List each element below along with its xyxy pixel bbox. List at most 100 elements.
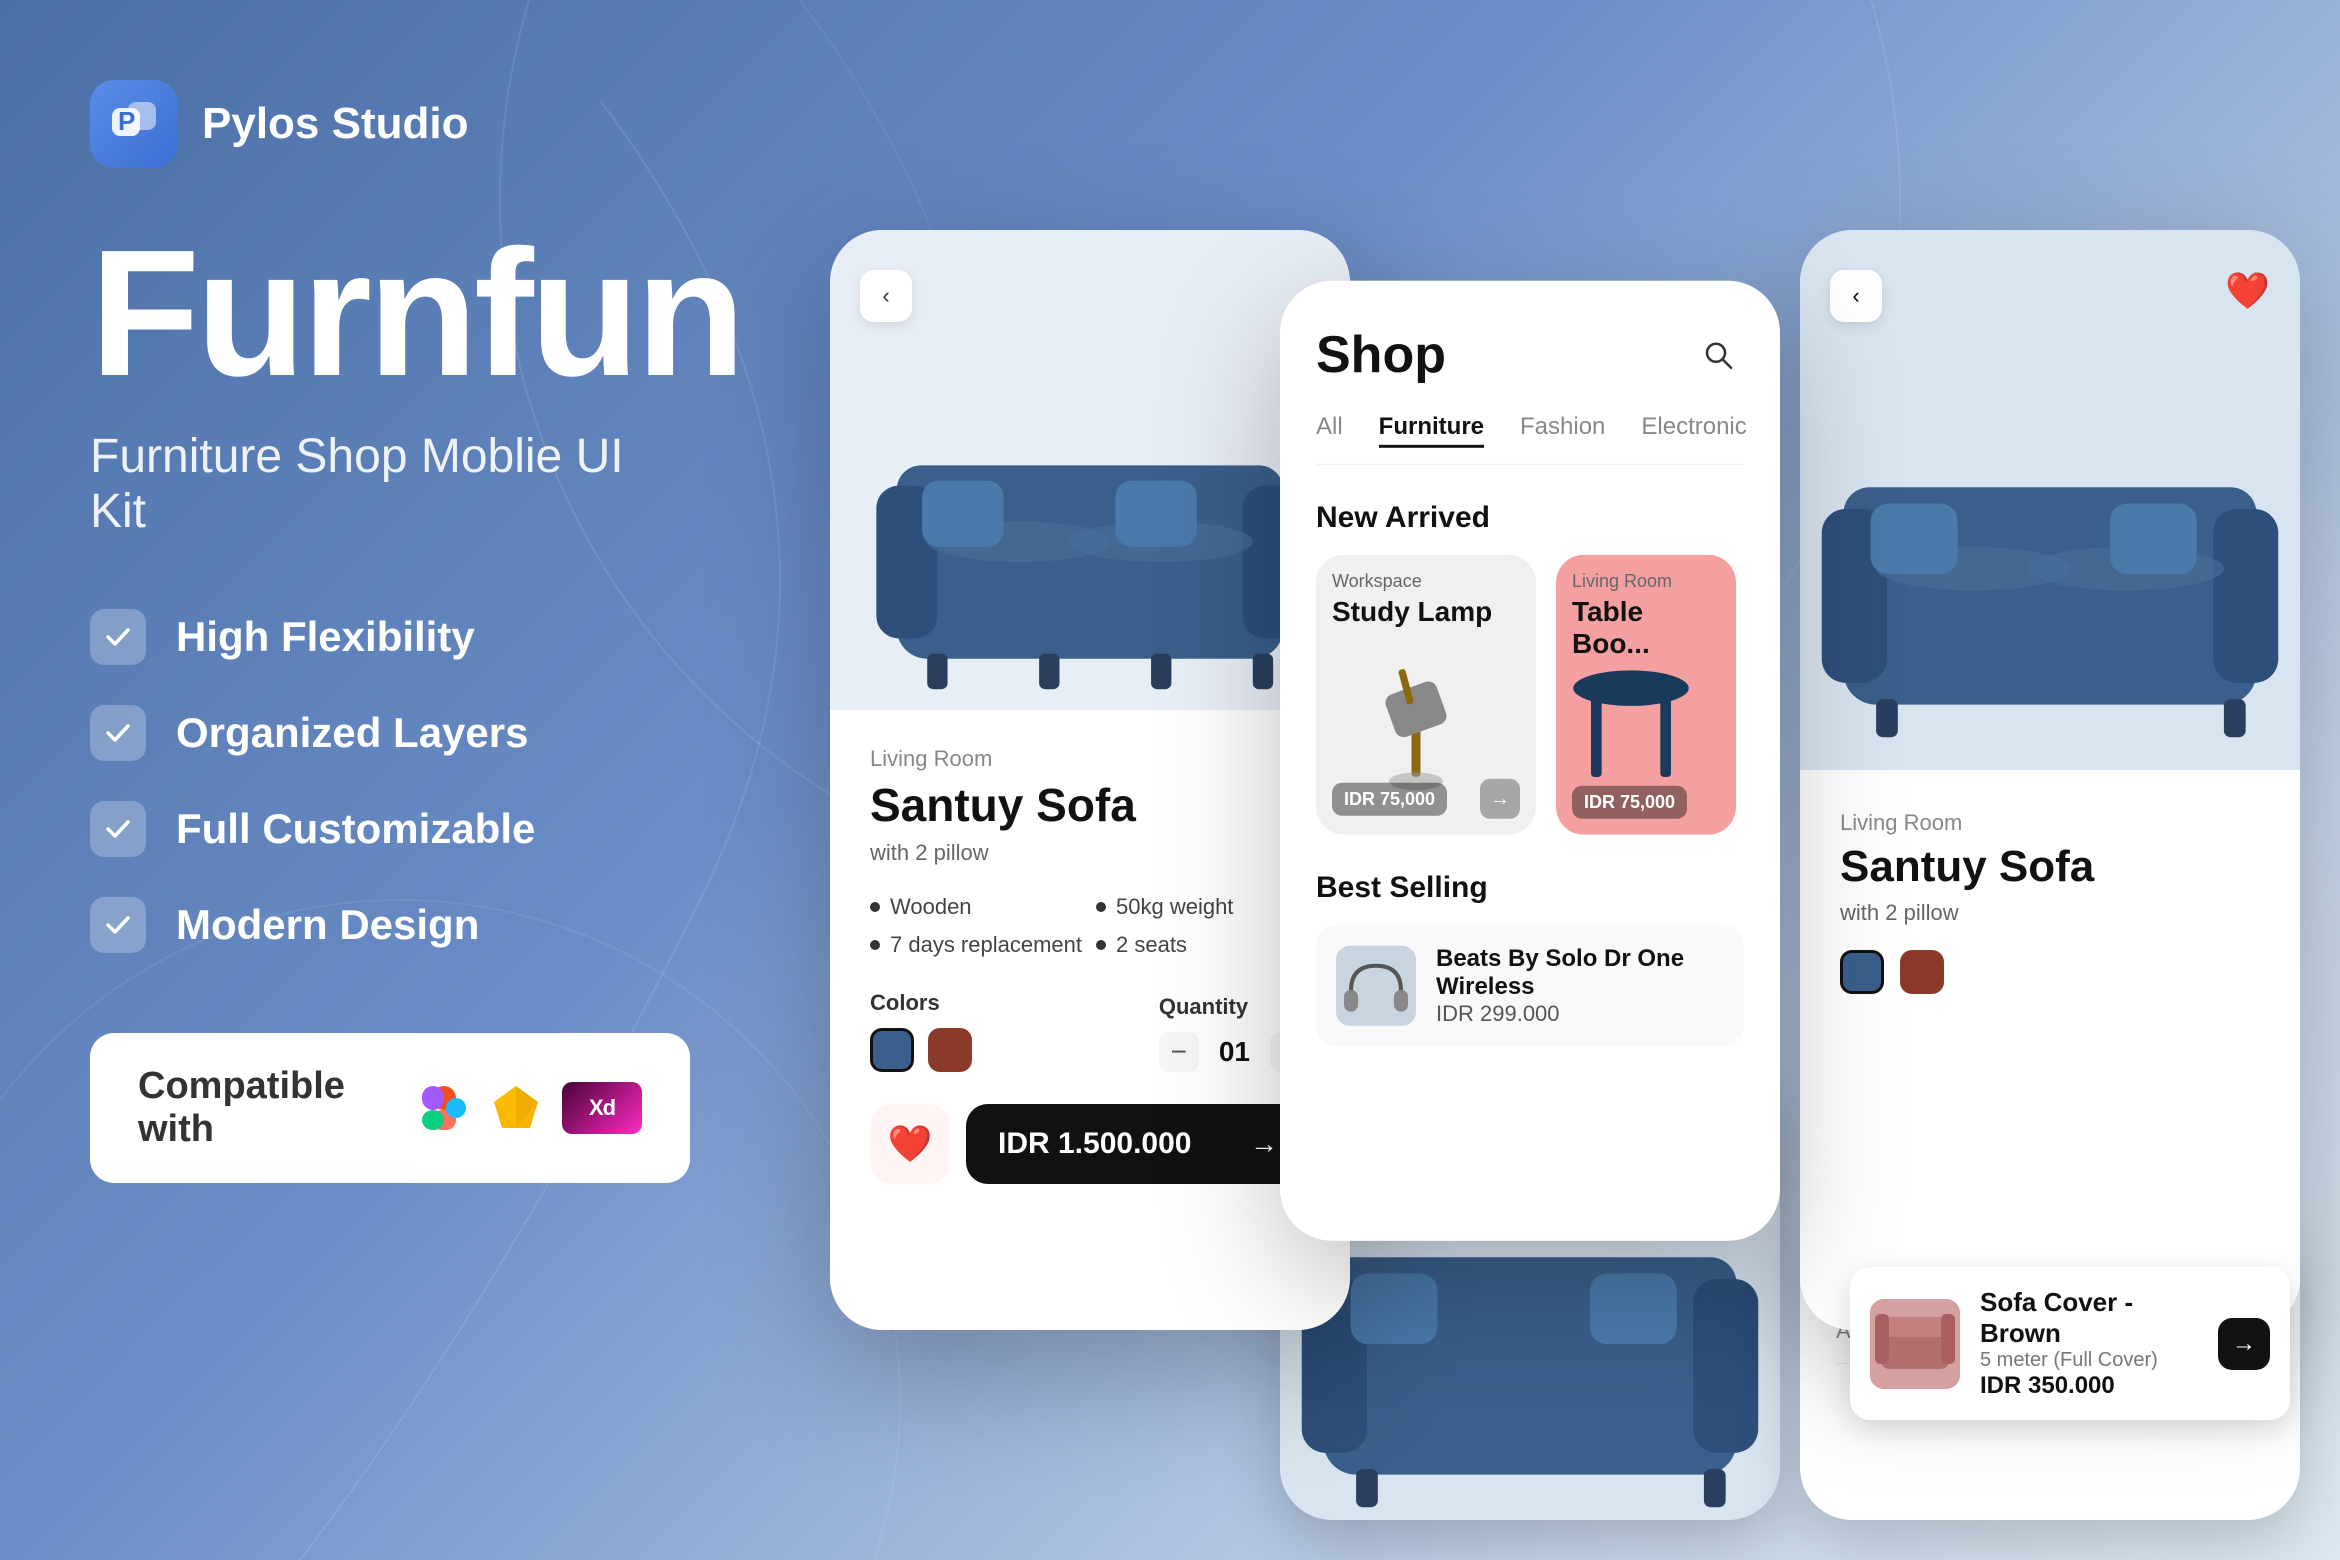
card-price-table: IDR 75,000 xyxy=(1572,786,1687,819)
product-features: Wooden 50kg weight 7 days replacement xyxy=(870,894,1310,958)
sofa-cover-card[interactable]: Sofa Cover - Brown 5 meter (Full Cover) … xyxy=(1850,1267,2290,1420)
best-item-1[interactable]: Beats By Solo Dr One Wireless IDR 299.00… xyxy=(1316,925,1744,1047)
new-arrived-heading: New Arrived xyxy=(1316,501,1744,535)
check-icon-1 xyxy=(90,609,146,665)
feat-dot-4 xyxy=(1096,940,1106,950)
check-icon-3 xyxy=(90,801,146,857)
tool-icons: Xd xyxy=(418,1082,642,1134)
card-label-lamp: Workspace xyxy=(1316,555,1536,596)
colors-label: Colors xyxy=(870,990,972,1016)
feature-item-3: Full Customizable xyxy=(90,801,690,857)
card-label-table: Living Room xyxy=(1556,555,1736,596)
card-price-lamp: IDR 75,000 xyxy=(1332,782,1447,815)
table-illustration xyxy=(1556,635,1706,795)
shop-tabs: All Furniture Fashion Electronic xyxy=(1316,413,1744,465)
tab-furniture[interactable]: Furniture xyxy=(1379,413,1484,448)
right-color-swatches xyxy=(1840,950,2260,994)
colors-qty-row: Colors Quantity − 01 + xyxy=(870,990,1310,1072)
xd-icon: Xd xyxy=(562,1082,642,1134)
product-desc: with 2 pillow xyxy=(870,840,1310,866)
feat-replace: 7 days replacement xyxy=(870,932,1084,958)
action-row: ❤️ IDR 1.500.000 → xyxy=(870,1104,1310,1184)
hero-title: Furnfun xyxy=(90,228,690,399)
back-button[interactable]: ‹ xyxy=(860,270,912,322)
product-card-table[interactable]: Living Room Table Boo... IDR 75,000 xyxy=(1556,555,1736,835)
main-layout: P Pylos Studio Furnfun Furniture Shop Mo… xyxy=(0,0,2340,1560)
phone-product-right: ‹ ❤️ xyxy=(1800,230,2300,1330)
shop-header: Shop xyxy=(1316,325,1744,385)
sofa-bottom-mid xyxy=(1280,1192,1780,1520)
sofa-cover-arrow-btn[interactable]: → xyxy=(2218,1318,2270,1370)
phone-content-center: ‹ xyxy=(830,230,1350,1330)
feat-dot-3 xyxy=(870,940,880,950)
sofa-illustration xyxy=(856,384,1324,710)
logo-icon: P xyxy=(90,80,178,168)
sofa-cover-price: IDR 350.000 xyxy=(1980,1372,2198,1400)
figma-icon xyxy=(418,1082,470,1134)
lamp-illustration xyxy=(1326,615,1506,795)
colors-section: Colors xyxy=(870,990,972,1072)
card-arrow-lamp[interactable]: → xyxy=(1480,779,1520,819)
qty-minus[interactable]: − xyxy=(1159,1032,1199,1072)
right-swatch-brown[interactable] xyxy=(1900,950,1944,994)
svg-text:P: P xyxy=(118,106,135,136)
buy-button[interactable]: IDR 1.500.000 → xyxy=(966,1104,1310,1184)
feature-label-2: Organized Layers xyxy=(176,709,528,757)
right-swatch-blue[interactable] xyxy=(1840,950,1884,994)
product-name: Santuy Sofa xyxy=(870,778,1310,832)
feat-seats: 2 seats xyxy=(1096,932,1310,958)
feat-label-replace: 7 days replacement xyxy=(890,932,1082,958)
wishlist-button[interactable]: ❤️ xyxy=(870,1104,950,1184)
best-item-img-1 xyxy=(1336,946,1416,1026)
best-item-price-1: IDR 299.000 xyxy=(1436,1001,1724,1027)
brand-name: Pylos Studio xyxy=(202,99,468,149)
phone-shop: Shop All Furniture Fashion Electronic Ne… xyxy=(1280,281,1780,1241)
product-category: Living Room xyxy=(870,746,1310,772)
qty-value: 01 xyxy=(1219,1036,1250,1068)
feat-label-wooden: Wooden xyxy=(890,894,972,920)
best-selling-list: Beats By Solo Dr One Wireless IDR 299.00… xyxy=(1316,925,1744,1047)
compatible-box: Compatible with Xd xyxy=(90,1033,690,1183)
right-category: Living Room xyxy=(1840,810,2260,836)
feature-label-3: Full Customizable xyxy=(176,805,535,853)
search-button[interactable] xyxy=(1692,329,1744,381)
logo-row: P Pylos Studio xyxy=(90,80,690,168)
color-swatch-blue[interactable] xyxy=(870,1028,914,1072)
sofa-cover-name: Sofa Cover - Brown xyxy=(1980,1287,2198,1349)
check-icon-4 xyxy=(90,897,146,953)
right-product-image: ‹ ❤️ xyxy=(1800,230,2300,770)
sofa-cover-thumbnail xyxy=(1870,1299,1960,1389)
product-image-area: ‹ xyxy=(830,230,1350,710)
left-panel: P Pylos Studio Furnfun Furniture Shop Mo… xyxy=(0,0,780,1560)
feature-label-1: High Flexibility xyxy=(176,613,475,661)
tab-all[interactable]: All xyxy=(1316,413,1343,448)
feat-label-weight: 50kg weight xyxy=(1116,894,1233,920)
shop-title: Shop xyxy=(1316,325,1446,385)
check-icon-2 xyxy=(90,705,146,761)
right-product-name: Santuy Sofa xyxy=(1840,842,2260,892)
tab-fashion[interactable]: Fashion xyxy=(1520,413,1605,448)
best-selling-heading: Best Selling xyxy=(1316,871,1744,905)
feat-wooden: Wooden xyxy=(870,894,1084,920)
heart-icon-right[interactable]: ❤️ xyxy=(2225,270,2270,312)
compatible-text: Compatible with xyxy=(138,1065,382,1151)
right-product-desc: with 2 pillow xyxy=(1840,900,2260,926)
headphone-icon xyxy=(1336,946,1416,1026)
product-card-lamp[interactable]: Workspace Study Lamp IDR 75,000 → xyxy=(1316,555,1536,835)
product-info: Living Room Santuy Sofa with 2 pillow Wo… xyxy=(830,710,1350,1330)
phone-right-content: ‹ ❤️ xyxy=(1800,230,2300,1330)
feature-item-2: Organized Layers xyxy=(90,705,690,761)
card-price-row-lamp: IDR 75,000 → xyxy=(1332,779,1520,819)
feat-weight: 50kg weight xyxy=(1096,894,1310,920)
buy-arrow-icon: → xyxy=(1250,1128,1278,1160)
sofa-cover-info: Sofa Cover - Brown 5 meter (Full Cover) … xyxy=(1980,1287,2198,1400)
feature-item-4: Modern Design xyxy=(90,897,690,953)
tab-electronic[interactable]: Electronic xyxy=(1641,413,1746,448)
hero-subtitle: Furniture Shop Moblie UI Kit xyxy=(90,429,690,539)
best-item-info-1: Beats By Solo Dr One Wireless IDR 299.00… xyxy=(1436,945,1724,1027)
new-arrived-scroll: Workspace Study Lamp IDR 75,000 → xyxy=(1316,555,1744,835)
color-swatch-brown[interactable] xyxy=(928,1028,972,1072)
feat-label-seats: 2 seats xyxy=(1116,932,1187,958)
right-panel: ‹ xyxy=(780,0,2340,1560)
back-button-right[interactable]: ‹ xyxy=(1830,270,1882,322)
